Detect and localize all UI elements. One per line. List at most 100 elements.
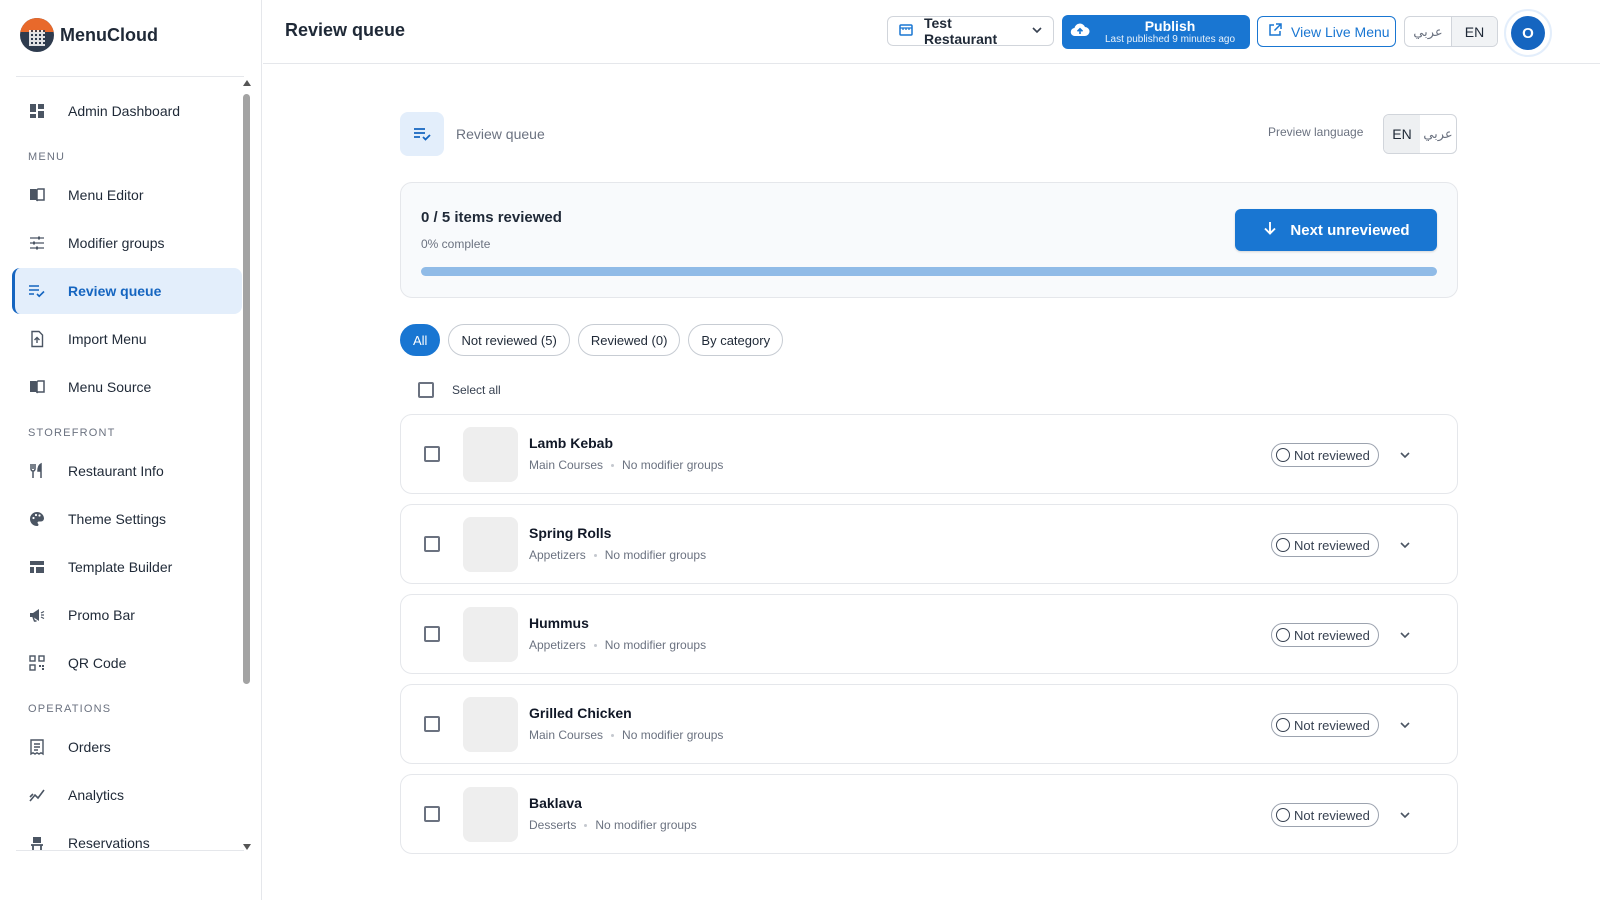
- review-item-card[interactable]: Spring Rolls Appetizers No modifier groups…: [400, 504, 1458, 584]
- sidebar-item-orders[interactable]: Orders: [12, 724, 242, 770]
- sidebar-section-label: MENU: [28, 151, 66, 163]
- fork-knife-icon: [28, 462, 46, 480]
- select-all-label: Select all: [452, 383, 501, 397]
- sidebar-item-review-queue[interactable]: Review queue: [12, 268, 242, 314]
- sidebar-item-menu-editor[interactable]: Menu Editor: [12, 172, 242, 218]
- review-item-card[interactable]: Hummus Appetizers No modifier groups Not re…: [400, 594, 1458, 674]
- chevron-down-icon[interactable]: [1398, 448, 1412, 467]
- item-name: Hummus: [529, 615, 589, 631]
- sidebar-item-label: Menu Editor: [68, 187, 144, 203]
- preview-en-button[interactable]: EN: [1384, 115, 1420, 153]
- sidebar-section-label: STOREFRONT: [28, 427, 116, 439]
- sidebar-item-label: Review queue: [68, 283, 162, 299]
- chevron-down-icon[interactable]: [1398, 808, 1412, 827]
- file-import-icon: [28, 330, 46, 348]
- chevron-down-icon[interactable]: [1398, 718, 1412, 737]
- filter-chip[interactable]: By category: [688, 324, 784, 356]
- review-item-card[interactable]: Baklava Desserts No modifier groups Not rev…: [400, 774, 1458, 854]
- select-all-row[interactable]: Select all: [418, 382, 501, 398]
- publish-button[interactable]: Publish Last published 9 minutes ago: [1062, 15, 1250, 49]
- item-name: Grilled Chicken: [529, 705, 632, 721]
- checklist-icon: [400, 112, 444, 156]
- sidebar-nav: Admin Dashboard MENU Menu Editor Modifier g…: [12, 88, 242, 868]
- sidebar-item-theme-settings[interactable]: Theme Settings: [12, 496, 242, 542]
- filter-chip[interactable]: Reviewed (0): [577, 324, 681, 356]
- review-status-badge[interactable]: Not reviewed: [1271, 533, 1379, 557]
- sidebar-item-label: Theme Settings: [68, 511, 167, 527]
- status-label: Not reviewed: [1294, 627, 1370, 643]
- sidebar-item-template-builder[interactable]: Template Builder: [12, 544, 242, 590]
- item-category: Appetizers: [529, 638, 586, 652]
- palette-icon: [28, 510, 46, 528]
- status-label: Not reviewed: [1294, 717, 1370, 733]
- preview-ar-button[interactable]: عربي: [1420, 115, 1456, 153]
- view-live-menu-button[interactable]: View Live Menu: [1257, 16, 1396, 47]
- sidebar-scrollbar[interactable]: [243, 80, 251, 850]
- item-thumbnail: [463, 697, 518, 752]
- sidebar-item-reservations[interactable]: Reservations: [12, 820, 242, 866]
- separator-dot: [593, 643, 597, 647]
- sliders-icon: [28, 234, 46, 252]
- chevron-down-icon[interactable]: [1398, 538, 1412, 557]
- brand[interactable]: MenuCloud: [20, 18, 158, 52]
- chevron-down-icon: [1031, 23, 1043, 39]
- sidebar-item-label: Orders: [68, 739, 111, 755]
- page-title: Review queue: [456, 126, 545, 142]
- sidebar-item-restaurant-info[interactable]: Restaurant Info: [12, 448, 242, 494]
- dashboard-icon: [28, 102, 46, 120]
- sidebar-item-modifier-groups[interactable]: Modifier groups: [12, 220, 242, 266]
- review-status-badge[interactable]: Not reviewed: [1271, 623, 1379, 647]
- review-item-card[interactable]: Lamb Kebab Main Courses No modifier groups…: [400, 414, 1458, 494]
- avatar-initial: O: [1511, 16, 1545, 50]
- review-item-card[interactable]: Grilled Chicken Main Courses No modifier g…: [400, 684, 1458, 764]
- sidebar-item-import-menu[interactable]: Import Menu: [12, 316, 242, 362]
- item-thumbnail: [463, 517, 518, 572]
- item-meta: Main Courses No modifier groups: [529, 458, 723, 472]
- scroll-down-arrow-icon[interactable]: [243, 844, 251, 850]
- restaurant-select[interactable]: Test Restaurant: [887, 15, 1054, 47]
- sidebar: MenuCloud Admin Dashboard MENU Menu Editor…: [0, 0, 262, 900]
- lang-ar-button[interactable]: عربي: [1405, 17, 1451, 46]
- item-category: Main Courses: [529, 458, 604, 472]
- item-checkbox[interactable]: [424, 536, 440, 552]
- next-unreviewed-button[interactable]: Next unreviewed: [1235, 209, 1437, 251]
- review-status-badge[interactable]: Not reviewed: [1271, 443, 1379, 467]
- item-checkbox[interactable]: [424, 716, 440, 732]
- chevron-down-icon[interactable]: [1398, 628, 1412, 647]
- sidebar-item-promo-bar[interactable]: Promo Bar: [12, 592, 242, 638]
- status-label: Not reviewed: [1294, 447, 1370, 463]
- top-header: Review queue Test Restaurant Publish Las…: [263, 0, 1600, 64]
- sidebar-item-admin-dashboard[interactable]: Admin Dashboard: [12, 88, 242, 134]
- select-all-checkbox[interactable]: [418, 382, 434, 398]
- sidebar-item-analytics[interactable]: Analytics: [12, 772, 242, 818]
- item-modifiers: No modifier groups: [622, 458, 724, 472]
- item-checkbox[interactable]: [424, 626, 440, 642]
- publish-label: Publish: [1144, 17, 1196, 34]
- item-category: Main Courses: [529, 728, 604, 742]
- status-label: Not reviewed: [1294, 537, 1370, 553]
- circle-icon: [1276, 808, 1290, 822]
- sidebar-item-qr-code[interactable]: QR Code: [12, 640, 242, 686]
- filter-chip[interactable]: All: [400, 324, 441, 356]
- scroll-up-arrow-icon[interactable]: [243, 80, 251, 86]
- item-checkbox[interactable]: [424, 806, 440, 822]
- sidebar-item-menu-source[interactable]: Menu Source: [12, 364, 242, 410]
- item-meta: Desserts No modifier groups: [529, 818, 697, 832]
- brand-logo-icon: [20, 18, 54, 52]
- progress-percent: 0% complete: [421, 237, 491, 251]
- review-status-badge[interactable]: Not reviewed: [1271, 713, 1379, 737]
- review-status-badge[interactable]: Not reviewed: [1271, 803, 1379, 827]
- separator-dot: [584, 823, 588, 827]
- main-content: Review queue Preview language EN عربي 0 …: [400, 64, 1460, 900]
- lang-en-button[interactable]: EN: [1451, 17, 1497, 46]
- separator-dot: [611, 733, 615, 737]
- filter-chips: All Not reviewed (5) Reviewed (0) By catego…: [400, 324, 784, 356]
- sidebar-item-label: Modifier groups: [68, 235, 165, 251]
- arrow-down-icon: [1262, 220, 1278, 240]
- avatar[interactable]: O: [1504, 9, 1552, 57]
- scroll-thumb[interactable]: [243, 94, 250, 684]
- item-modifiers: No modifier groups: [604, 638, 707, 652]
- filter-chip[interactable]: Not reviewed (5): [448, 324, 570, 356]
- restaurant-name: Test Restaurant: [924, 15, 998, 47]
- item-checkbox[interactable]: [424, 446, 440, 462]
